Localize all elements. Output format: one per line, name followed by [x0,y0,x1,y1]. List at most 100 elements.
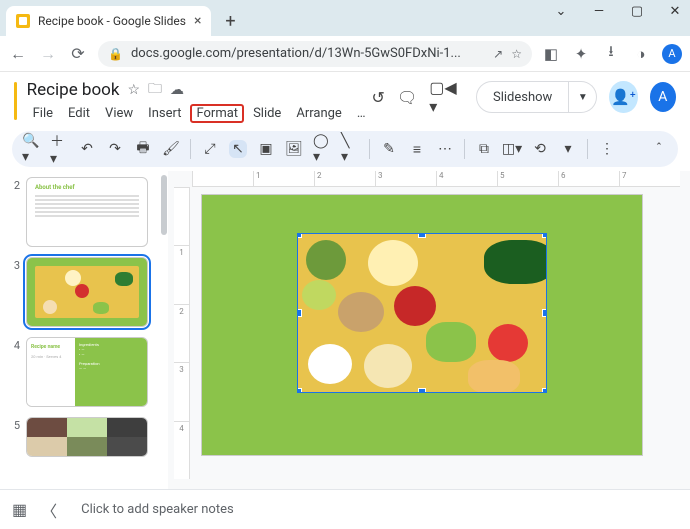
extension-icon[interactable]: ◧ [542,45,560,63]
thumb-title: About the chef [27,178,147,193]
resize-handle-n[interactable] [418,233,426,238]
minimize-icon[interactable]: — [590,4,608,19]
speaker-notes-input[interactable]: Click to add speaker notes [71,494,678,525]
resize-handle-s[interactable] [418,388,426,393]
slide-canvas-area: 123 4567 1234 [168,171,690,489]
address-bar[interactable]: 🔒 docs.google.com/presentation/d/13Wn-5G… [98,41,532,67]
chevron-down-icon[interactable]: ⌄ [552,4,570,19]
menu-view[interactable]: View [99,104,139,123]
slides-app-icon[interactable] [14,82,17,120]
filmstrip-slide[interactable]: 4 Recipe name 20 min · Serves 4 Ingredie… [10,337,156,407]
slide-number: 2 [10,177,20,192]
browser-tabstrip: Recipe book - Google Slides × + ⌄ — ▢ ✕ [0,0,690,36]
menu-file[interactable]: File [27,104,59,123]
shape-icon[interactable]: ◯ ▾ [313,140,331,158]
menu-format[interactable]: Format [190,104,244,123]
ruler-horizontal: 123 4567 [192,171,680,187]
image-icon[interactable]: 🖼 [285,140,303,158]
menu-bar: File Edit View Insert Format Slide Arran… [27,104,372,123]
star-doc-icon[interactable]: ☆ [127,82,140,98]
doc-title[interactable]: Recipe book [27,80,120,100]
more-icon[interactable]: ⋮ [598,140,616,158]
tab-title: Recipe book - Google Slides [38,14,186,28]
mask-icon[interactable]: ▾ [559,140,577,158]
resize-handle-sw[interactable] [297,388,302,393]
reset-image-icon[interactable]: ⟲ [531,140,549,158]
meet-icon[interactable]: ▢◀ ▾ [429,78,464,116]
reload-icon[interactable]: ⟳ [68,44,88,63]
crop-icon[interactable]: ◫▾ [503,140,521,158]
current-slide[interactable] [202,195,642,455]
cloud-saved-icon: ☁ [170,82,184,98]
browser-avatar[interactable]: A [662,44,682,64]
slideshow-dropdown[interactable]: ▼ [569,81,597,113]
resize-handle-w[interactable] [297,309,302,317]
slide-number: 5 [10,417,20,432]
thumb-recipe: Recipe name [31,344,71,350]
undo-icon[interactable]: ↶ [78,140,96,158]
redo-icon[interactable]: ↷ [106,140,124,158]
history-version-icon[interactable]: ↺ [372,88,385,107]
menu-arrange[interactable]: Arrange [290,104,347,123]
new-tab-button[interactable]: + [217,8,243,34]
zoom-icon[interactable]: ⤢ [201,140,219,158]
bottom-bar: ▦ 〈 Click to add speaker notes [0,489,690,529]
download-icon[interactable]: ⭳ [602,41,620,66]
border-dash-icon[interactable]: ⋯ [436,140,454,158]
account-avatar[interactable]: A [650,82,676,112]
border-color-icon[interactable]: ✎ [380,140,398,158]
close-icon[interactable]: ✕ [666,4,684,19]
collapse-filmstrip-icon[interactable]: 〈 [41,498,57,522]
menu-slide[interactable]: Slide [247,104,287,123]
grid-view-icon[interactable]: ▦ [12,500,27,519]
selected-image[interactable] [297,233,547,393]
lock-icon: 🔒 [108,47,123,61]
menu-insert[interactable]: Insert [142,104,187,123]
select-tool-icon[interactable]: ↖ [229,140,247,158]
move-icon[interactable]: 🗀 [148,78,162,102]
slideshow-button[interactable]: Slideshow [476,81,569,113]
textbox-icon[interactable]: ▣ [257,140,275,158]
separator [190,139,191,159]
line-icon[interactable]: ╲ ▾ [341,140,359,158]
filmstrip-slide[interactable]: 5 [10,417,156,457]
doc-header: Recipe book ☆ 🗀 ☁ File Edit View Insert … [0,72,690,123]
back-icon[interactable]: ← [8,44,28,64]
thumbnail-3-selected[interactable] [26,257,148,327]
filmstrip-slide[interactable]: 3 [10,257,156,327]
url-text: docs.google.com/presentation/d/13Wn-5GwS… [131,46,461,61]
replace-image-icon[interactable]: ⧉ [475,140,493,158]
browser-tab[interactable]: Recipe book - Google Slides × [6,6,211,36]
thumb-sub: 20 min · Serves 4 [31,354,71,359]
separator [369,139,370,159]
resize-handle-nw[interactable] [297,233,302,238]
slide-number: 3 [10,257,20,272]
search-menus-icon[interactable]: 🔍 ▾ [22,140,40,158]
tab-close-icon[interactable]: × [194,13,201,29]
scrollbar-thumb[interactable] [161,175,167,235]
paint-format-icon[interactable]: 🖌 [162,140,180,158]
history-icon[interactable]: ◑ [632,45,650,63]
resize-handle-se[interactable] [542,388,547,393]
maximize-icon[interactable]: ▢ [628,4,646,19]
filmstrip: 2 About the chef 3 4 [0,171,160,489]
menu-edit[interactable]: Edit [62,104,96,123]
print-icon[interactable]: 🖶 [134,140,152,158]
share-button[interactable]: 👤⁺ [609,81,637,113]
menu-more[interactable]: … [351,104,372,123]
filmstrip-scrollbar[interactable] [160,171,168,489]
puzzle-icon[interactable]: ✦ [572,45,590,63]
thumbnail-4[interactable]: Recipe name 20 min · Serves 4 Ingredient… [26,337,148,407]
comments-icon[interactable]: 🗨 [397,88,417,107]
share-url-icon[interactable]: ↗ [493,47,503,61]
thumbnail-2[interactable]: About the chef [26,177,148,247]
forward-icon[interactable]: → [38,44,58,64]
hide-menus-icon[interactable]: ˆ [650,140,668,158]
filmstrip-slide[interactable]: 2 About the chef [10,177,156,247]
thumbnail-5[interactable] [26,417,148,457]
resize-handle-e[interactable] [542,309,547,317]
resize-handle-ne[interactable] [542,233,547,238]
new-slide-icon[interactable]: ＋▾ [50,140,68,158]
star-icon[interactable]: ☆ [511,47,522,61]
border-weight-icon[interactable]: ≡ [408,140,426,158]
